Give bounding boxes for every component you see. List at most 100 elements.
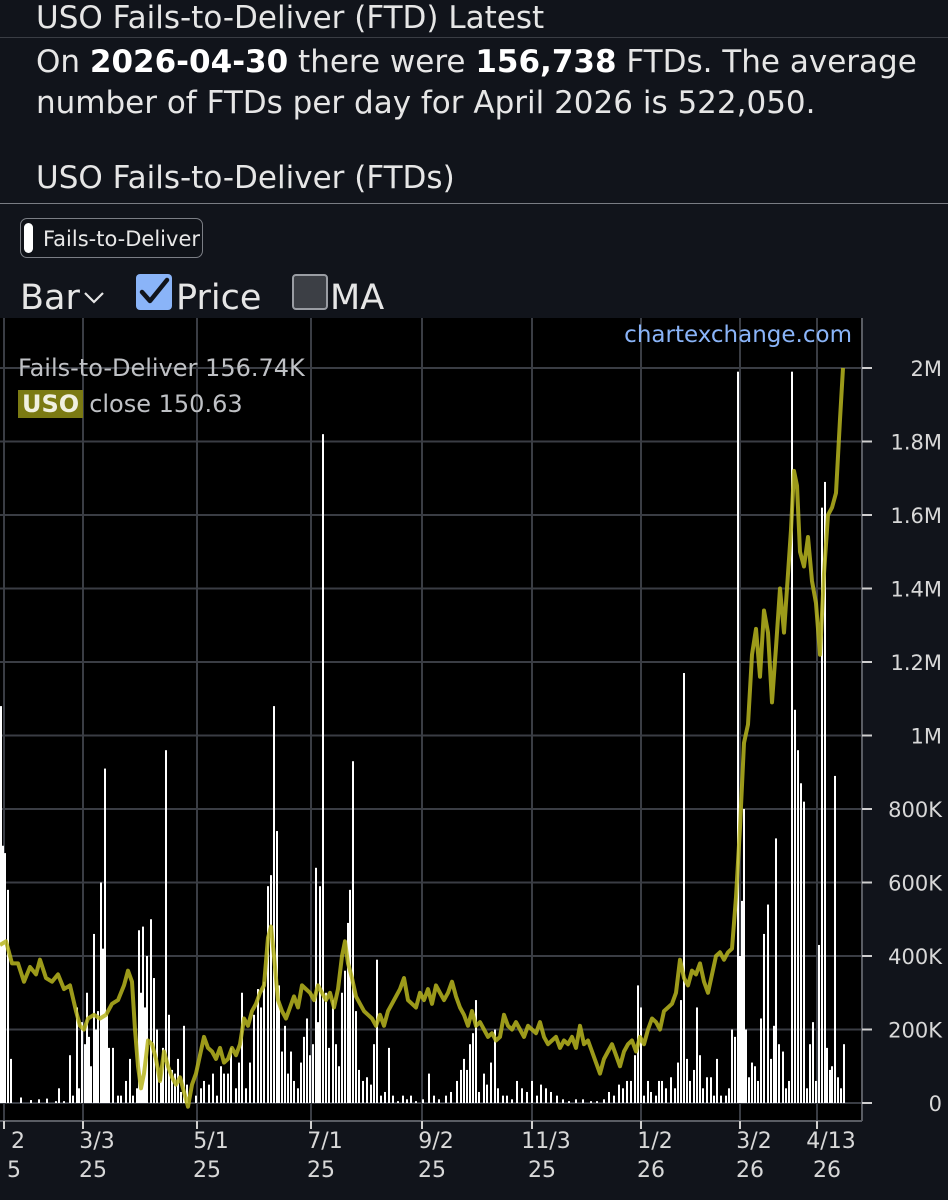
ftd-price-chart[interactable]: 2M1.8M1.6M1.4M1.2M1M800K600K400K200K0 25… (0, 318, 948, 1200)
series-color-swatch (24, 223, 33, 253)
ftd-bar (388, 1047, 390, 1103)
summary-date: 2026-04-30 (89, 44, 289, 80)
chart-type-dropdown[interactable]: Bar (20, 278, 80, 318)
watermark[interactable]: chartexchange.com (624, 322, 852, 348)
ftd-bar (63, 1101, 65, 1103)
ftd-bar (335, 1044, 337, 1103)
ftd-bar (97, 1011, 99, 1103)
y-tick-label: 800K (888, 798, 943, 822)
ftd-bar (650, 1091, 652, 1103)
ftd-bar (270, 875, 272, 1103)
ma-checkbox[interactable] (292, 274, 328, 310)
chevron-down-icon[interactable] (83, 290, 105, 304)
ftd-bar (490, 1062, 492, 1103)
ftd-bar (344, 970, 346, 1103)
ftd-bar (352, 761, 354, 1103)
ftd-bar (770, 1058, 772, 1103)
ftd-bar (72, 1095, 74, 1103)
ftd-bar (773, 1025, 775, 1103)
legend-close-value: close 150.63 (89, 390, 243, 418)
ftd-series-toggle-button[interactable]: Fails-to-Deliver (20, 218, 203, 258)
ftd-bar (0, 706, 2, 1103)
x-tick-label-year: 5 (7, 1158, 21, 1183)
ftd-bar (306, 1018, 308, 1103)
ftd-bar (235, 1088, 237, 1103)
ftd-bar (303, 1036, 305, 1103)
ftd-bar (626, 1080, 628, 1103)
y-tick-label: 1.6M (890, 504, 942, 528)
ftd-bar (257, 989, 259, 1103)
ftd-bar (775, 838, 777, 1103)
ftd-bar (475, 1000, 477, 1103)
ftd-bar (800, 783, 802, 1103)
ftd-bar (153, 978, 155, 1103)
ma-checkbox-label[interactable]: MA (330, 278, 384, 318)
ftd-bar (216, 1095, 218, 1103)
y-tick-label: 1.4M (890, 578, 942, 602)
ftd-bar (603, 1099, 605, 1103)
x-tick-label: 2 (11, 1129, 25, 1154)
ftd-bar (665, 1088, 667, 1103)
ftd-bar (531, 1080, 533, 1103)
x-tick-label: 5/1 (193, 1129, 228, 1154)
section-divider (0, 203, 948, 204)
ftd-bar (95, 1029, 97, 1103)
ftd-bar (731, 1029, 733, 1103)
ftd-bar (486, 1084, 488, 1103)
ftd-bar (511, 1099, 513, 1103)
ftd-bar (402, 1095, 404, 1103)
legend-ftd-value: Fails-to-Deliver 156.74K (18, 354, 305, 382)
ftd-bar (748, 1077, 750, 1103)
ftd-bar (380, 1095, 382, 1103)
ftd-bar (284, 1025, 286, 1103)
price-checkbox[interactable] (136, 274, 172, 310)
ftd-bar (267, 886, 269, 1103)
ftd-bar (362, 1080, 364, 1103)
ftd-bar (634, 1055, 636, 1103)
ftd-bar (797, 750, 799, 1103)
ftd-bar (483, 1073, 485, 1103)
ftd-bar (737, 371, 739, 1103)
ftd-bar (410, 1095, 412, 1103)
y-tick-label: 600K (888, 872, 943, 896)
x-tick-label: 9/2 (418, 1129, 453, 1154)
ftd-bar (338, 1066, 340, 1103)
ftd-bar (702, 1088, 704, 1103)
x-tick-label: 3/3 (79, 1129, 114, 1154)
ftd-bar (129, 1058, 131, 1103)
ftd-bar (655, 1095, 657, 1103)
ftd-bar (788, 1080, 790, 1103)
ftd-bar (763, 933, 765, 1103)
ftd-bar (741, 900, 743, 1103)
ftd-bar (260, 1007, 262, 1103)
ftd-bar (706, 1077, 708, 1103)
ftd-bar (590, 1101, 592, 1103)
ftd-bar (290, 1051, 292, 1103)
ftd-bar (125, 1080, 127, 1103)
ftd-bar (38, 1099, 40, 1103)
ftd-bar (716, 1058, 718, 1103)
ftd-bar (86, 992, 88, 1103)
ftd-bar (745, 1029, 747, 1103)
y-tick-label: 1.2M (890, 651, 942, 675)
ftd-bar (293, 1080, 295, 1103)
ftd-bar (613, 1095, 615, 1103)
ftd-bar (263, 981, 265, 1103)
ftd-bar (433, 1095, 435, 1103)
ftd-bar (466, 1069, 468, 1103)
y-tick-label: 0 (929, 1092, 942, 1116)
ftd-bar (778, 1044, 780, 1103)
page-title: USO Fails-to-Deliver (FTD) Latest (36, 0, 545, 36)
ftd-bar (622, 1088, 624, 1103)
ftd-bar (281, 1051, 283, 1103)
price-checkbox-label[interactable]: Price (176, 278, 261, 318)
ftd-bar (743, 809, 745, 1103)
ftd-bar (608, 1091, 610, 1103)
x-tick-label-year: 25 (528, 1158, 556, 1183)
ftd-bar (658, 1080, 660, 1103)
x-tick-label: 1/2 (637, 1129, 672, 1154)
ftd-bar (102, 948, 104, 1103)
ftd-bar (516, 1080, 518, 1103)
x-tick-label-year: 25 (418, 1158, 446, 1183)
chart-type-label: Bar (20, 278, 80, 318)
